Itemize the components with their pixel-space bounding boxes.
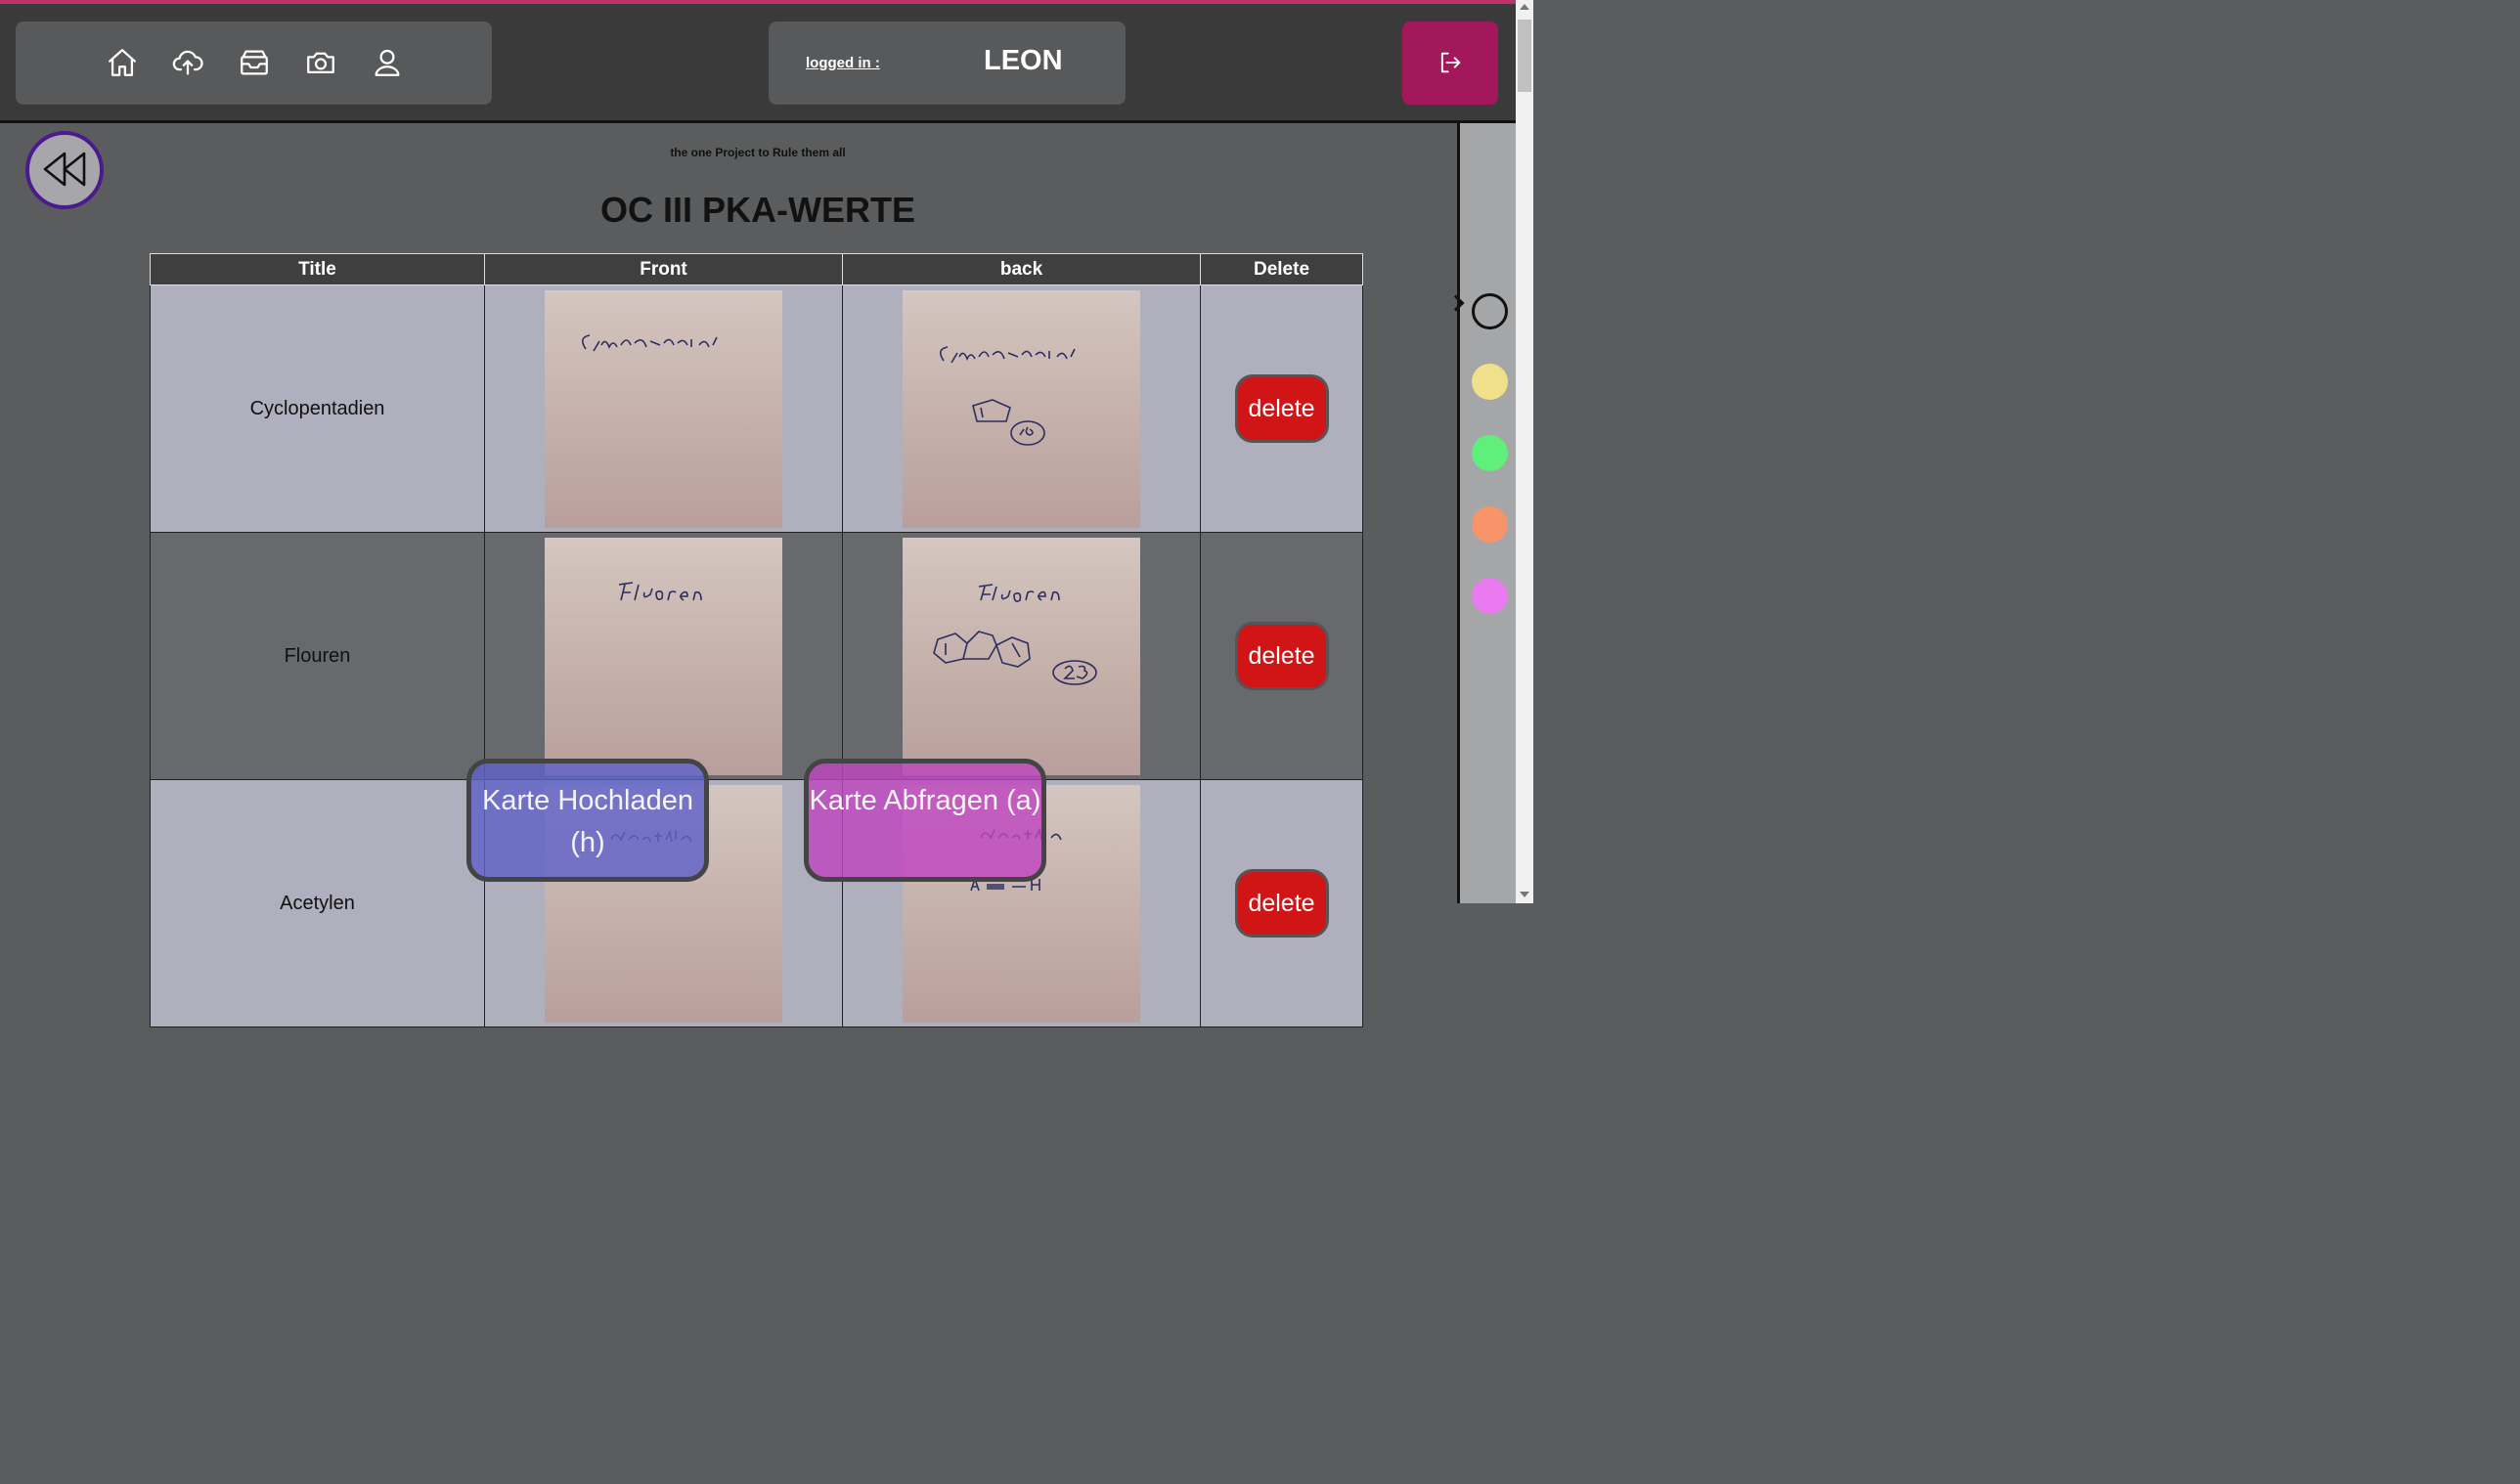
username: LEON <box>984 45 1063 76</box>
logout-button[interactable] <box>1402 22 1498 105</box>
upload-card-button[interactable]: Karte Hochladen (h) <box>466 759 709 882</box>
column-header-back: back <box>842 253 1201 285</box>
color-dot-pink[interactable] <box>1472 578 1508 614</box>
delete-button[interactable]: delete <box>1234 622 1329 690</box>
page-scrollbar[interactable] <box>1516 0 1533 903</box>
color-sidebar <box>1447 123 1516 903</box>
card-title: Flouren <box>150 532 485 780</box>
selection-pointer <box>1447 294 1465 312</box>
query-card-button[interactable]: Karte Abfragen (a) <box>804 759 1046 882</box>
inbox-icon[interactable] <box>238 46 271 79</box>
table-row: Flouren delete <box>150 532 1363 780</box>
table-row: Cyclopentadien delete <box>150 284 1363 533</box>
column-header-title: Title <box>150 253 485 285</box>
nav-bar <box>16 22 492 105</box>
delete-button[interactable]: delete <box>1234 374 1329 443</box>
cloud-upload-icon[interactable] <box>171 46 204 79</box>
home-icon[interactable] <box>106 46 139 79</box>
login-status: logged in : LEON <box>769 22 1126 105</box>
camera-icon[interactable] <box>304 46 337 79</box>
color-dot-green[interactable] <box>1472 435 1508 471</box>
cards-table: Title Front back Delete Cyclopentadien d… <box>150 253 1363 1027</box>
color-dot-yellow[interactable] <box>1472 364 1508 400</box>
card-back-image <box>903 537 1140 775</box>
login-label: logged in : <box>806 55 880 71</box>
scroll-thumb[interactable] <box>1518 20 1531 92</box>
color-dot-orange[interactable] <box>1472 506 1508 543</box>
delete-button[interactable]: delete <box>1234 869 1329 938</box>
header: logged in : LEON <box>0 4 1516 123</box>
scroll-down-arrow[interactable] <box>1520 892 1529 897</box>
card-front-image <box>545 537 782 775</box>
user-icon[interactable] <box>371 46 404 79</box>
logout-icon <box>1440 52 1461 73</box>
page-title: OC III PKA-WERTE <box>600 190 915 230</box>
card-title: Cyclopentadien <box>150 284 485 533</box>
color-dot-black[interactable] <box>1472 293 1508 329</box>
page-subtitle: the one Project to Rule them all <box>670 146 846 159</box>
column-header-front: Front <box>484 253 843 285</box>
column-header-delete: Delete <box>1200 253 1363 285</box>
scroll-up-arrow[interactable] <box>1520 4 1529 10</box>
card-title: Acetylen <box>150 779 485 1027</box>
card-back-image <box>903 289 1140 528</box>
card-front-image <box>545 289 782 528</box>
table-row: Acetylen delete <box>150 779 1363 1027</box>
